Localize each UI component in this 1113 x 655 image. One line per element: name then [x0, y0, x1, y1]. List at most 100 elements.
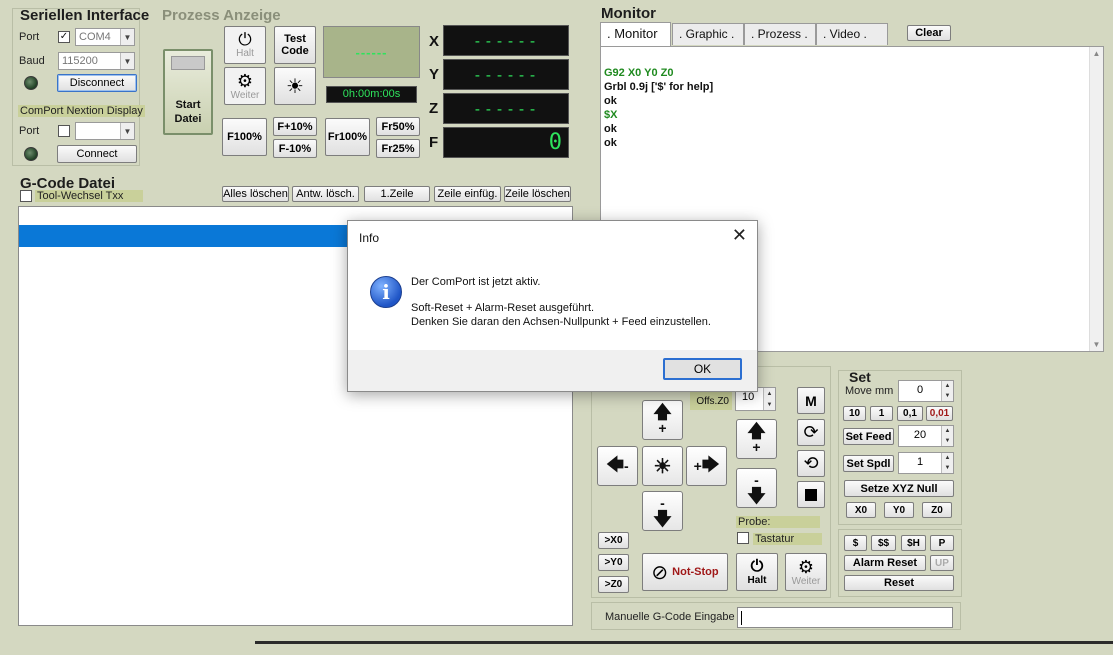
- spin-down-icon[interactable]: ▼: [945, 438, 951, 444]
- spindle-cw-button[interactable]: ⟳: [797, 419, 825, 446]
- baud-select[interactable]: 115200 ▼: [58, 52, 135, 70]
- baud-value: 115200: [62, 55, 98, 67]
- dialog-footer: OK: [348, 350, 757, 391]
- halt-top-button[interactable]: ⏻ Halt: [224, 26, 266, 64]
- nextion-port-select[interactable]: ▼: [75, 122, 135, 140]
- move-mm-value: 0: [916, 384, 924, 396]
- weiter-top-button[interactable]: ⚙ Weiter: [224, 67, 266, 105]
- step-1-button[interactable]: 1: [870, 406, 893, 421]
- spin-down-icon[interactable]: ▼: [945, 465, 951, 471]
- step-10-button[interactable]: 10: [843, 406, 866, 421]
- jog-z-minus-button[interactable]: - 🡇: [736, 468, 777, 508]
- fr25-button[interactable]: Fr25%: [376, 139, 420, 158]
- zero-z-button[interactable]: Z0: [922, 502, 952, 518]
- port-label: Port: [19, 31, 40, 43]
- close-icon[interactable]: ✕: [732, 225, 747, 246]
- monitor-line: $X: [604, 109, 618, 121]
- fr50-button[interactable]: Fr50%: [376, 117, 420, 136]
- weiter-button[interactable]: ⚙ Weiter: [785, 553, 827, 591]
- port-select[interactable]: COM4 ▼: [75, 28, 135, 46]
- monitor-scrollbar[interactable]: ▲ ▼: [1089, 47, 1103, 351]
- insert-line-button[interactable]: Zeile einfüg.: [434, 186, 501, 202]
- jog-y-plus-button[interactable]: 🡅 +: [642, 400, 683, 440]
- set-feed-button[interactable]: Set Feed: [843, 428, 894, 445]
- set-z0-button[interactable]: >Z0: [598, 576, 629, 593]
- spin-up-icon[interactable]: ▲: [945, 428, 951, 434]
- zero-y-button[interactable]: Y0: [884, 502, 914, 518]
- spin-down-icon[interactable]: ▼: [945, 393, 951, 399]
- first-line-button[interactable]: 1.Zeile: [364, 186, 430, 202]
- m-button[interactable]: M: [797, 387, 825, 414]
- tool-change-checkbox[interactable]: [20, 190, 32, 202]
- ok-button[interactable]: OK: [663, 358, 742, 380]
- step-001-button[interactable]: 0,01: [926, 406, 953, 421]
- spin-up-icon[interactable]: ▲: [945, 455, 951, 461]
- step-01-button[interactable]: 0,1: [897, 406, 923, 421]
- tab-video[interactable]: . Video .: [816, 23, 888, 45]
- zero-x-button[interactable]: X0: [846, 502, 876, 518]
- p-button[interactable]: P: [930, 535, 954, 551]
- start-file-button[interactable]: Start Datei: [163, 49, 213, 135]
- dollar-button[interactable]: $: [844, 535, 867, 551]
- plus-sign-icon: +: [752, 439, 761, 455]
- set-spindle-button[interactable]: Set Spdl: [843, 455, 894, 472]
- halt-label: Halt: [747, 575, 767, 586]
- stop-icon: [805, 488, 817, 501]
- monitor-line: ok: [604, 137, 617, 149]
- clear-all-button[interactable]: Alles löschen: [222, 186, 289, 202]
- spin-up-icon[interactable]: ▲: [767, 391, 773, 397]
- move-mm-spinner[interactable]: 0 ▲ ▼: [898, 380, 954, 402]
- scroll-up-icon[interactable]: ▲: [1090, 49, 1103, 58]
- nextion-port-checkbox[interactable]: [58, 125, 70, 137]
- tab-prozess[interactable]: . Prozess .: [744, 23, 816, 45]
- manual-gcode-input[interactable]: [737, 607, 953, 628]
- port-checkbox[interactable]: ✓: [58, 31, 70, 43]
- connect-button[interactable]: Connect: [57, 145, 137, 163]
- f-minus10-button[interactable]: F-10%: [273, 139, 317, 158]
- move-mm-label: Move mm: [845, 385, 894, 397]
- set-y0-button[interactable]: >Y0: [598, 554, 629, 571]
- connection-led: [24, 76, 38, 90]
- jog-x-plus-button[interactable]: + 🡆: [686, 446, 727, 486]
- set-xyz-zero-button[interactable]: Setze XYZ Null: [844, 480, 954, 497]
- jog-z-plus-button[interactable]: 🡅 +: [736, 419, 777, 459]
- clear-button[interactable]: Clear: [907, 25, 951, 41]
- fr100-button[interactable]: Fr100%: [325, 118, 370, 156]
- feed-value: 20: [913, 429, 927, 441]
- halt-top-label: Halt: [236, 48, 254, 59]
- test-code-button[interactable]: Test Code: [274, 26, 316, 64]
- spindle-light-button[interactable]: ☀: [274, 67, 316, 105]
- f100-button[interactable]: F100%: [222, 118, 267, 156]
- start-file-slot: [171, 56, 205, 70]
- alarm-reset-button[interactable]: Alarm Reset: [844, 555, 926, 571]
- disconnect-button[interactable]: Disconnect: [57, 74, 137, 92]
- dialog-title: Info: [359, 231, 380, 245]
- feed-spinner[interactable]: 20 ▲ ▼: [898, 425, 954, 447]
- delete-line-button[interactable]: Zeile löschen: [504, 186, 571, 202]
- weiter-label: Weiter: [791, 575, 821, 587]
- jog-y-minus-button[interactable]: - 🡇: [642, 491, 683, 531]
- jog-center-button[interactable]: ☀: [642, 446, 683, 486]
- spindle-ccw-button[interactable]: ⟲: [797, 450, 825, 477]
- tab-graphic[interactable]: . Graphic .: [672, 23, 744, 45]
- tastatur-checkbox[interactable]: [737, 532, 749, 544]
- scroll-down-icon[interactable]: ▼: [1090, 340, 1103, 349]
- spin-up-icon[interactable]: ▲: [945, 383, 951, 389]
- clear-answer-button[interactable]: Antw. lösch.: [292, 186, 359, 202]
- text-cursor: [741, 611, 742, 625]
- spindle-stop-button[interactable]: [797, 481, 825, 508]
- jog-x-minus-button[interactable]: 🡄 -: [597, 446, 638, 486]
- set-x0-button[interactable]: >X0: [598, 532, 629, 549]
- tab-monitor[interactable]: . Monitor .: [600, 22, 671, 56]
- double-dollar-button[interactable]: $$: [871, 535, 896, 551]
- not-stop-button[interactable]: ⊘ Not-Stop: [642, 553, 728, 591]
- halt-button[interactable]: ⏻ Halt: [736, 553, 778, 591]
- chevron-down-icon: ▼: [120, 29, 134, 45]
- f-plus10-button[interactable]: F+10%: [273, 117, 317, 136]
- spindle-spinner[interactable]: 1 ▲ ▼: [898, 452, 954, 474]
- home-cmd-button[interactable]: $H: [901, 535, 926, 551]
- spin-down-icon[interactable]: ▼: [767, 402, 773, 408]
- test-label-1: Test: [284, 33, 306, 45]
- up-button[interactable]: UP: [930, 555, 954, 571]
- reset-button[interactable]: Reset: [844, 575, 954, 591]
